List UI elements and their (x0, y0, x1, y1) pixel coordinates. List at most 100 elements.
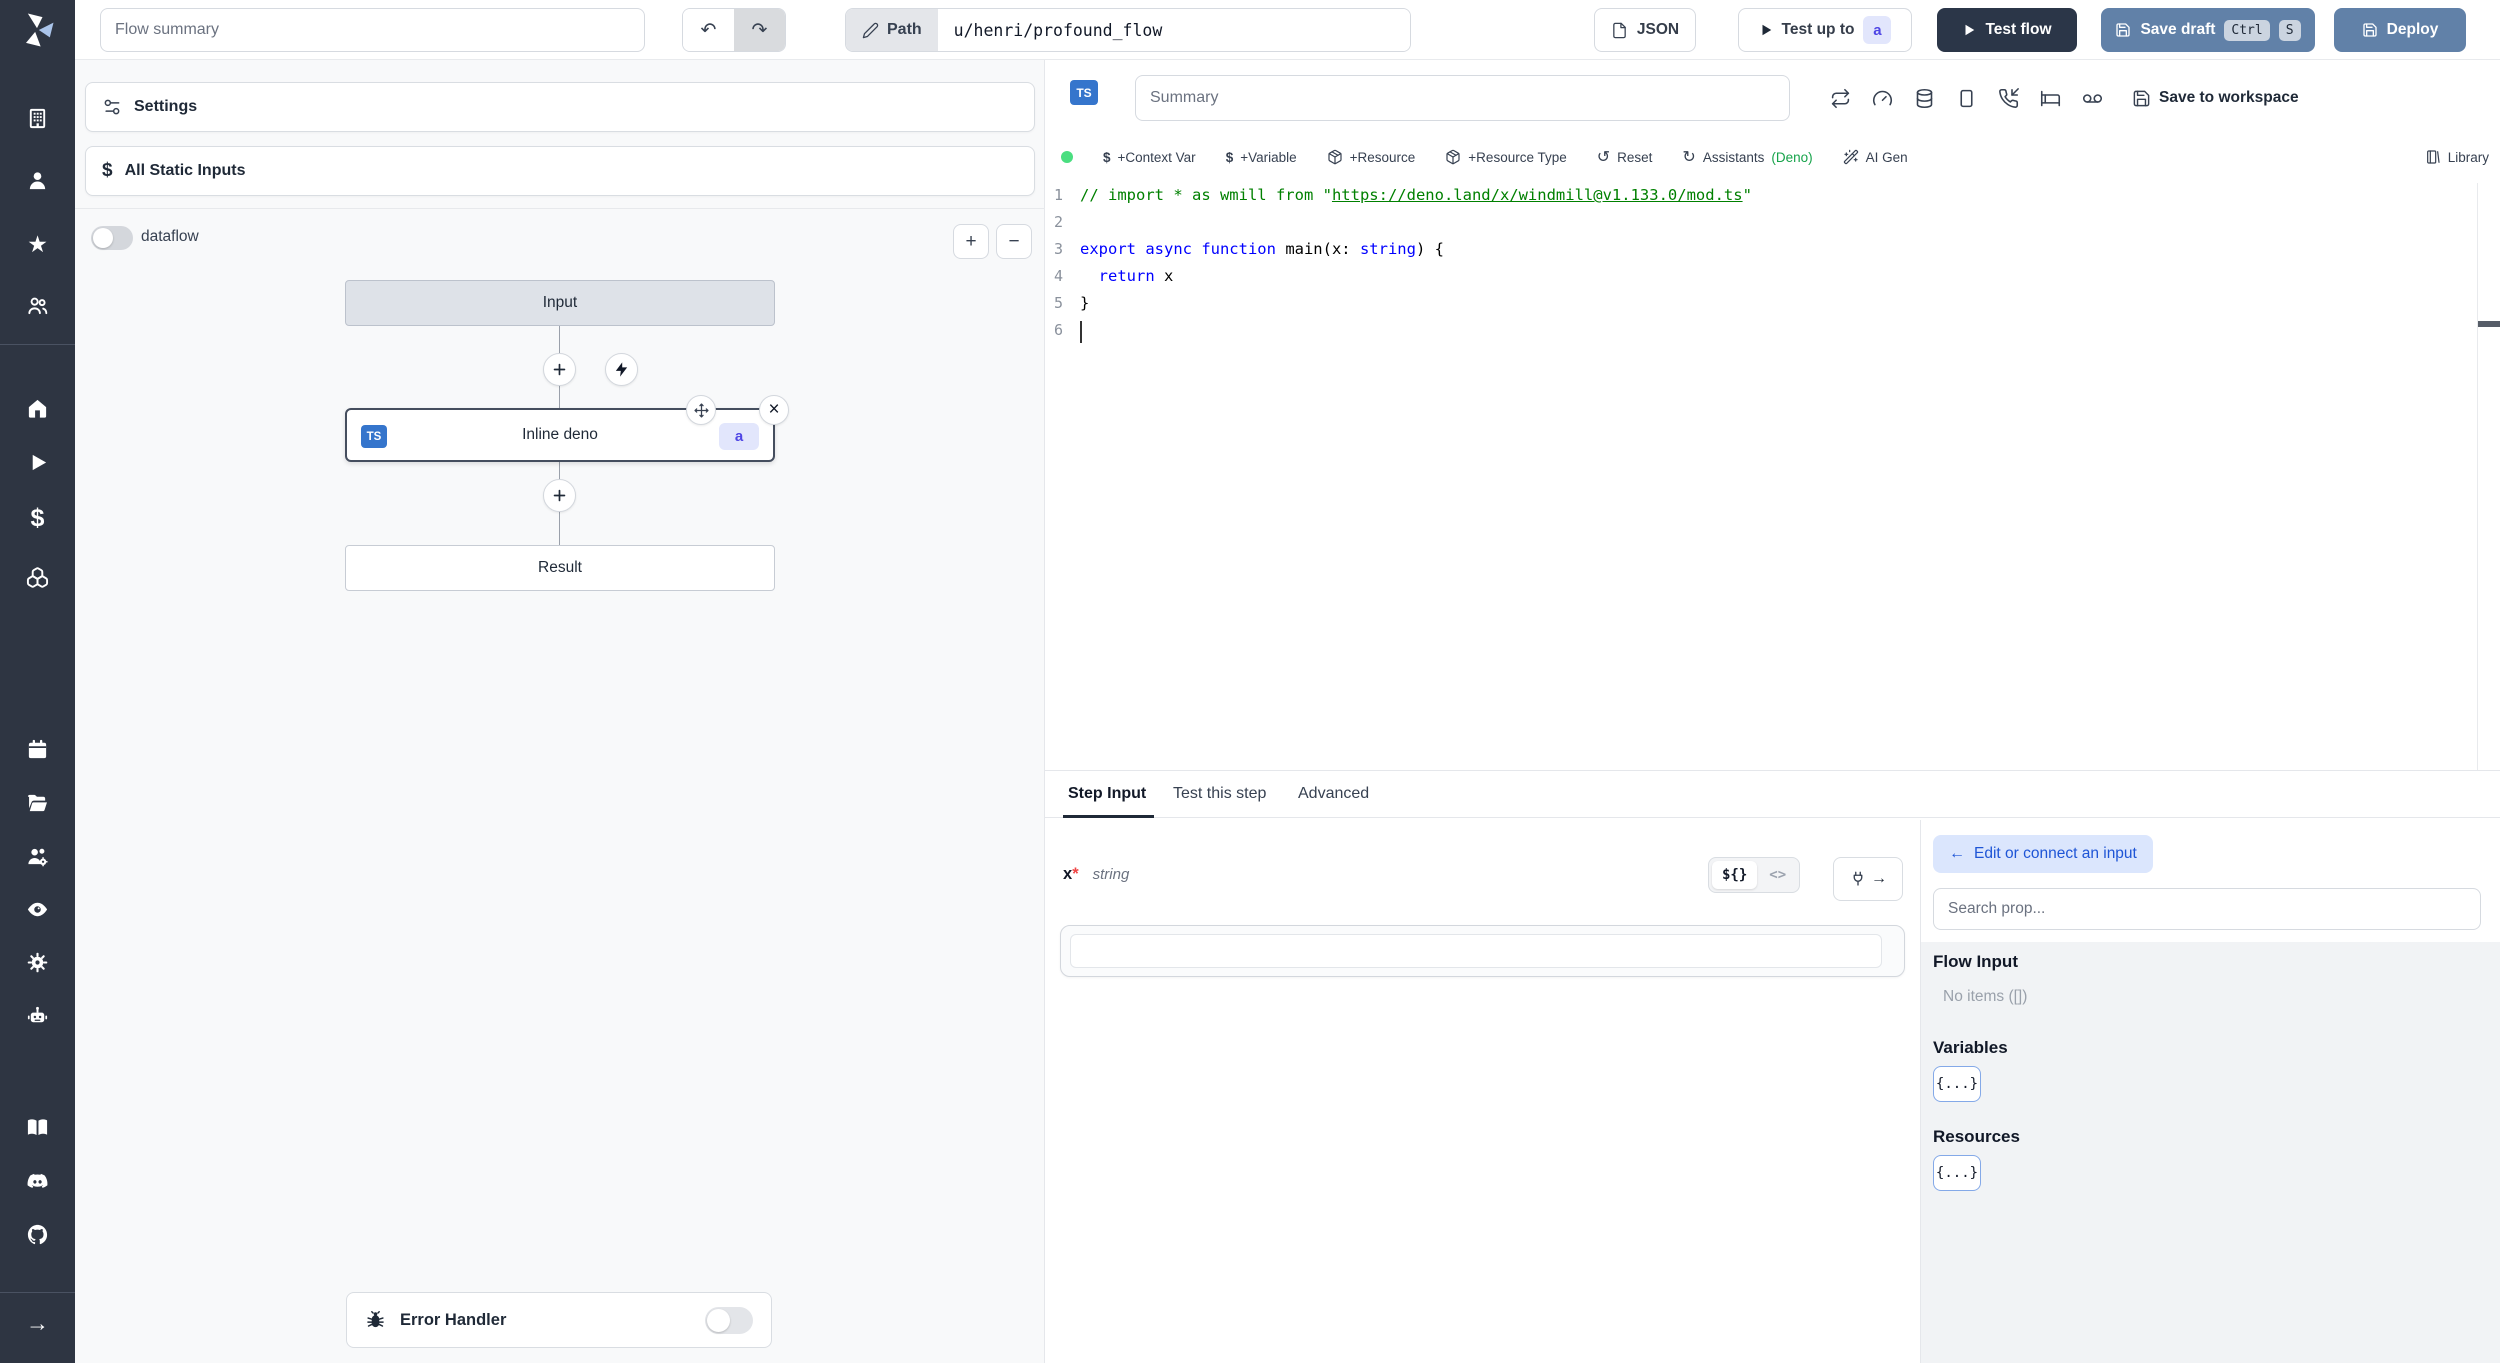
resources-object-chip[interactable]: {...} (1933, 1155, 1981, 1191)
groups-users-icon[interactable] (26, 294, 49, 317)
ai-robot-icon[interactable] (26, 1005, 49, 1028)
save-draft-button[interactable]: Save draft Ctrl S (2101, 8, 2315, 52)
edit-or-connect-input-button[interactable]: ← Edit or connect an input (1933, 835, 2153, 873)
square-icon[interactable] (1956, 88, 1977, 109)
settings-gear-icon[interactable] (26, 951, 49, 974)
editor-overview-ruler[interactable] (2477, 183, 2500, 770)
runs-play-icon[interactable] (26, 451, 49, 474)
favorites-star-icon[interactable]: ★ (26, 233, 49, 256)
workspace-building-icon[interactable] (26, 107, 49, 130)
github-icon[interactable] (26, 1223, 49, 1246)
redo-button[interactable]: ↷ (734, 9, 785, 51)
search-prop-input[interactable] (1933, 888, 2481, 930)
step-node-inline-deno[interactable]: TS Inline deno a × (345, 395, 789, 462)
audit-eye-icon[interactable] (26, 898, 49, 921)
workers-icon[interactable] (26, 845, 49, 868)
flow-summary-input[interactable] (100, 8, 645, 52)
path-button[interactable]: Path u/henri/profound_flow (845, 8, 1411, 52)
assistants-button[interactable]: ↻ Assistants (Deno) (1682, 147, 1812, 167)
resources-boxes-icon[interactable] (26, 566, 49, 589)
variables-title: Variables (1933, 1038, 2008, 1057)
flow-input-node[interactable]: Input (345, 280, 775, 326)
flow-result-node[interactable]: Result (345, 545, 775, 591)
add-resource-type-button[interactable]: +Resource Type (1445, 149, 1567, 165)
connect-input-button[interactable]: → (1833, 857, 1903, 901)
add-step-button[interactable] (543, 479, 576, 512)
add-resource-button[interactable]: +Resource (1327, 149, 1415, 165)
library-button[interactable]: Library (2425, 149, 2489, 165)
variables-dollar-icon[interactable]: $ (26, 506, 49, 531)
zoom-out-button[interactable]: − (996, 224, 1032, 259)
wand-icon (1843, 149, 1858, 165)
test-up-to-button[interactable]: Test up to a (1738, 8, 1912, 52)
add-context-var-button[interactable]: $ +Context Var (1103, 150, 1196, 165)
zoom-in-button[interactable]: + (953, 224, 989, 259)
path-value: u/henri/profound_flow (937, 9, 1410, 51)
play-icon (1762, 24, 1771, 36)
editor-header-icons: Save to workspace (1830, 75, 2299, 121)
step-summary-input[interactable] (1135, 75, 1790, 121)
reset-button[interactable]: ↺ Reset (1597, 147, 1653, 167)
database-icon[interactable] (1914, 88, 1935, 109)
voicemail-icon[interactable] (2082, 88, 2103, 109)
plus-icon (553, 489, 566, 502)
undo-button[interactable]: ↶ (683, 9, 734, 51)
user-icon[interactable] (26, 169, 49, 192)
prop-sections: Flow Input No items ([]) Variables {...}… (1921, 942, 2500, 1363)
app-sidebar: ★ $ → (0, 0, 75, 1363)
ai-gen-button[interactable]: AI Gen (1843, 149, 1908, 165)
collapse-sidebar-arrow-icon[interactable]: → (26, 1312, 49, 1335)
save-to-workspace-button[interactable]: Save to workspace (2132, 89, 2299, 108)
assistants-lang: (Deno) (1771, 149, 1813, 165)
code-editor[interactable]: 1 2 3 4 5 6 // import * as wmill from "h… (1045, 183, 2500, 770)
tab-step-input[interactable]: Step Input (1068, 785, 1146, 803)
arrow-left-icon: ← (1949, 845, 1965, 862)
all-static-inputs-button[interactable]: $ All Static Inputs (85, 146, 1035, 196)
test-flow-button[interactable]: Test flow (1937, 8, 2077, 52)
script-editor-region: TS Save to workspace $+Context Var $+Var… (1045, 60, 2500, 1363)
toggle-knob (93, 228, 113, 248)
add-variable-button[interactable]: $ +Variable (1226, 150, 1297, 165)
code-mode-button[interactable]: <> (1759, 861, 1796, 889)
refresh-icon: ↻ (1682, 149, 1696, 166)
tab-test-this-step[interactable]: Test this step (1173, 785, 1266, 803)
discord-icon[interactable] (26, 1170, 49, 1193)
deploy-button[interactable]: Deploy (2334, 8, 2466, 52)
folders-icon[interactable] (26, 792, 49, 815)
bed-icon[interactable] (2040, 88, 2061, 109)
add-trigger-bolt-button[interactable] (605, 353, 638, 386)
line-number: 3 (1053, 240, 1063, 258)
plus-icon (553, 363, 566, 376)
dataflow-toggle[interactable] (91, 226, 133, 250)
kbd-ctrl: Ctrl (2224, 19, 2270, 41)
save-icon (2116, 23, 2131, 37)
template-mode-button[interactable]: ${} (1712, 861, 1758, 889)
sidebar-divider (0, 344, 75, 345)
line-number: 6 (1053, 321, 1063, 339)
variables-object-chip[interactable]: {...} (1933, 1066, 1981, 1102)
flow-settings-button[interactable]: Settings (85, 82, 1035, 132)
schedules-calendar-icon[interactable] (26, 738, 49, 761)
field-x-input[interactable] (1070, 934, 1882, 968)
docs-book-icon[interactable] (26, 1116, 49, 1139)
repeat-icon[interactable] (1830, 88, 1851, 109)
json-button[interactable]: JSON (1594, 8, 1696, 52)
windmill-logo[interactable] (14, 8, 60, 52)
step-id-badge: a (719, 423, 759, 450)
arrows-move-icon (693, 402, 709, 418)
prop-picker-panel: ← Edit or connect an input Flow Input No… (1920, 820, 2500, 1363)
resources-title: Resources (1933, 1127, 2020, 1146)
line-number: 5 (1053, 294, 1063, 312)
tab-advanced[interactable]: Advanced (1298, 785, 1369, 803)
add-step-button[interactable] (543, 353, 576, 386)
dollar-icon: $ (1225, 149, 1234, 165)
home-icon[interactable] (26, 397, 49, 420)
gauge-icon[interactable] (1872, 88, 1893, 109)
delete-step-button[interactable]: × (759, 395, 789, 425)
typescript-badge: TS (1070, 80, 1098, 105)
error-handler-node[interactable]: Error Handler (346, 1292, 772, 1348)
move-step-button[interactable] (686, 395, 716, 425)
file-json-icon (1613, 22, 1626, 38)
phone-incoming-icon[interactable] (1998, 87, 2019, 109)
error-handler-toggle[interactable] (705, 1306, 753, 1334)
